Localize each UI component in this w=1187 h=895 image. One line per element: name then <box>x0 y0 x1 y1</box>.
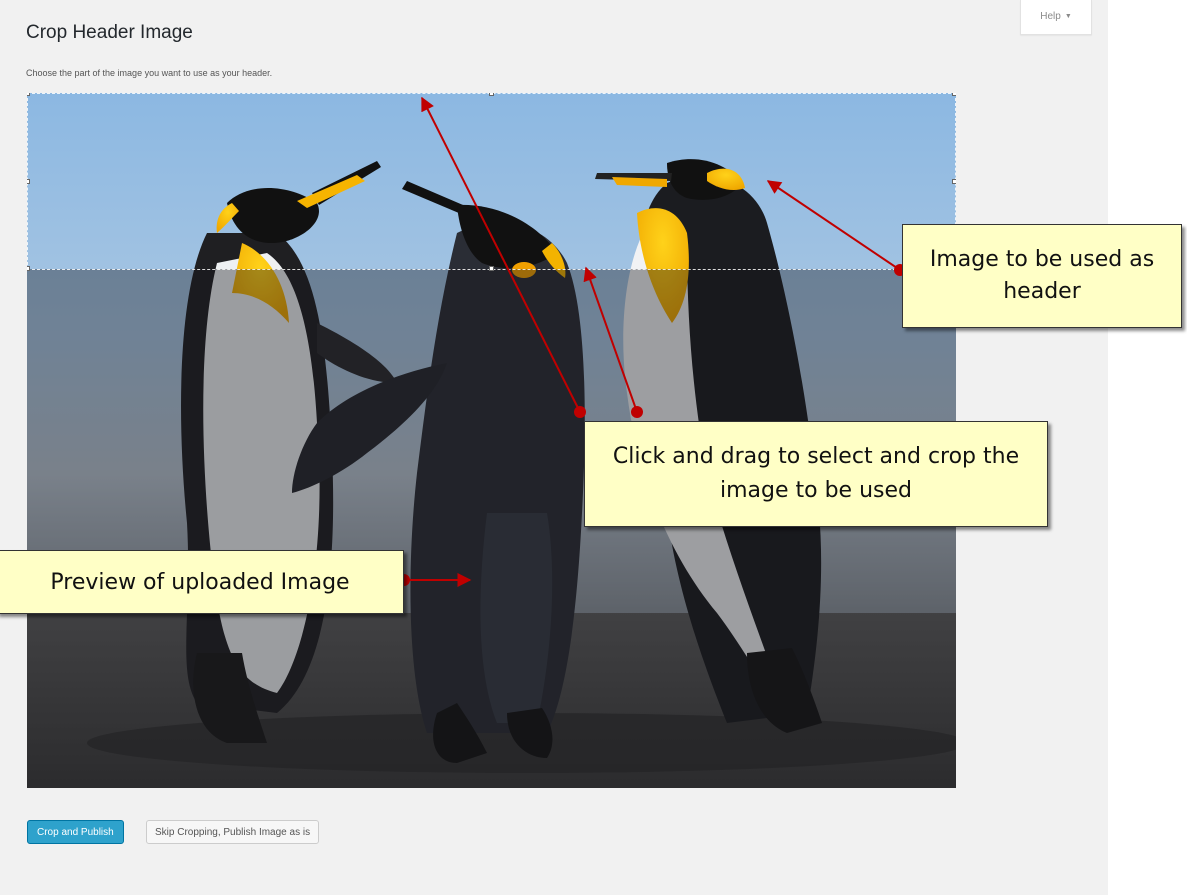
skip-cropping-button[interactable]: Skip Cropping, Publish Image as is <box>146 820 320 844</box>
callout-preview-text: Preview of uploaded Image <box>50 569 350 595</box>
callout-header-text: Image to be used as header <box>929 247 1155 304</box>
callout-header-image: Image to be used as header <box>902 224 1182 328</box>
page-title: Crop Header Image <box>26 22 193 43</box>
crop-selection[interactable] <box>27 93 956 271</box>
chevron-down-icon: ▼ <box>1064 13 1072 20</box>
help-label: Help <box>1040 11 1061 22</box>
crop-handle-middle-right[interactable] <box>952 179 956 184</box>
crop-handle-top-center[interactable] <box>489 93 494 96</box>
page-description: Choose the part of the image you want to… <box>26 68 273 78</box>
crop-handle-middle-left[interactable] <box>27 179 30 184</box>
crop-and-publish-button[interactable]: Crop and Publish <box>27 820 124 844</box>
crop-handle-bottom-left[interactable] <box>27 266 30 271</box>
callout-crop-text: Click and drag to select and crop the im… <box>612 444 1020 503</box>
crop-handle-bottom-center[interactable] <box>489 266 494 271</box>
help-tab[interactable]: Help ▼ <box>1020 0 1092 35</box>
crop-handle-top-right[interactable] <box>952 93 956 96</box>
callout-preview: Preview of uploaded Image <box>0 550 404 614</box>
crop-handle-top-left[interactable] <box>27 93 30 96</box>
callout-crop-instructions: Click and drag to select and crop the im… <box>584 421 1048 527</box>
crop-dim-overlay <box>27 269 956 788</box>
